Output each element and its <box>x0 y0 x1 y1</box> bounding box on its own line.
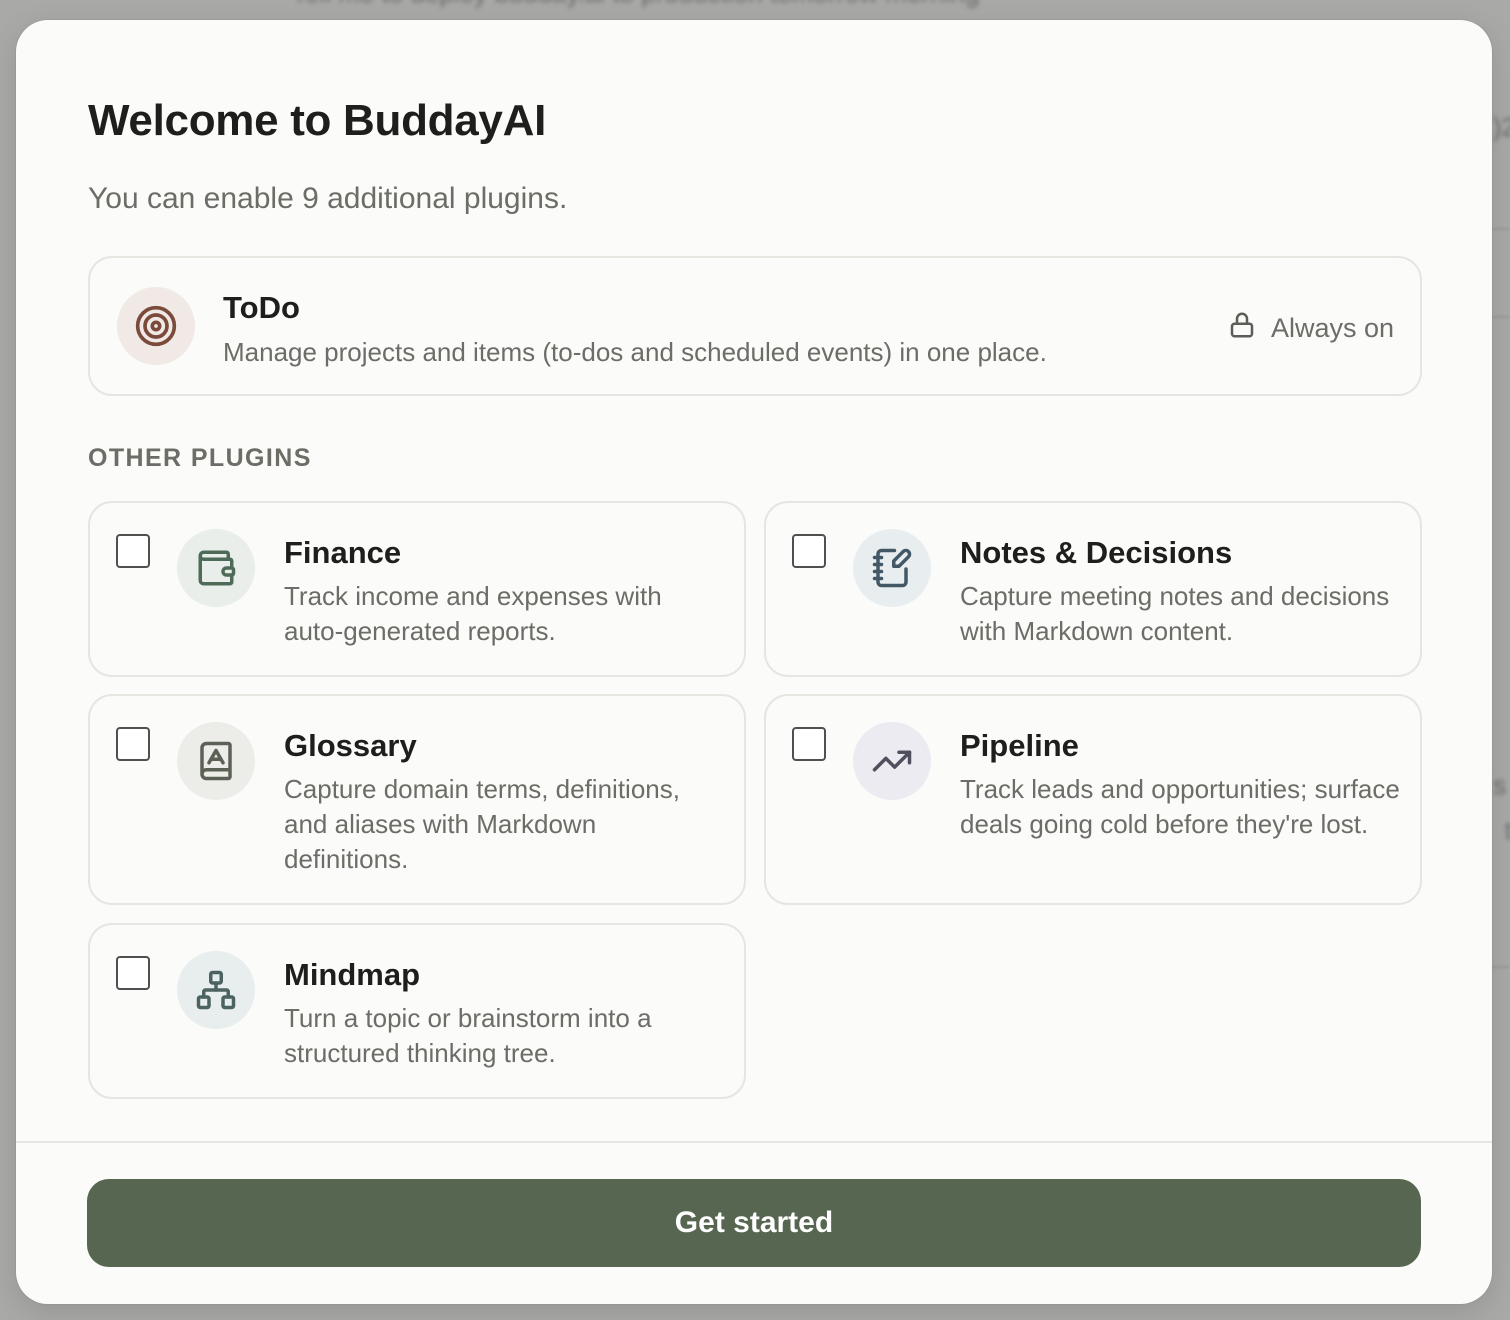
plugin-name: Finance <box>284 535 402 570</box>
dialog-subtitle: You can enable 9 additional plugins. <box>88 182 568 215</box>
book-a-icon <box>177 722 255 800</box>
network-icon <box>177 951 255 1029</box>
plugin-card-notes-decisions[interactable]: Notes & Decisions Capture meeting notes … <box>764 501 1422 677</box>
plugin-checkbox-pipeline[interactable] <box>792 727 826 761</box>
lock-icon <box>1227 310 1257 347</box>
footer-divider <box>16 1141 1492 1143</box>
plugin-checkbox-glossary[interactable] <box>116 727 150 761</box>
plugin-name: Pipeline <box>960 728 1079 763</box>
always-on-badge: Always on <box>1227 310 1394 347</box>
plugin-name: Glossary <box>284 728 417 763</box>
background-fragment: s <box>1493 770 1506 800</box>
background-fragment: )2 <box>1492 112 1510 142</box>
plugin-description: Capture domain terms, definitions, and a… <box>284 774 680 874</box>
core-plugin-card: ToDo Manage projects and items (to-dos a… <box>88 256 1422 396</box>
background-fragment: t <box>1504 815 1510 845</box>
always-on-label: Always on <box>1270 313 1394 343</box>
dialog-title: Welcome to BuddayAI <box>88 96 546 145</box>
core-plugin-description: Manage projects and items (to-dos and sc… <box>223 337 1047 367</box>
plugin-description: Turn a topic or brainstorm into a struct… <box>284 1003 652 1068</box>
section-heading: OTHER PLUGINS <box>88 444 312 472</box>
background-divider <box>1492 966 1510 968</box>
wallet-icon <box>177 529 255 607</box>
plugin-description: Track leads and opportunities; surface d… <box>960 774 1400 839</box>
plugin-card-pipeline[interactable]: Pipeline Track leads and opportunities; … <box>764 694 1422 905</box>
plugin-name: Notes & Decisions <box>960 535 1233 570</box>
notebook-pen-icon <box>853 529 931 607</box>
plugin-checkbox-finance[interactable] <box>116 534 150 568</box>
background-divider <box>1492 228 1510 230</box>
plugin-description: Capture meeting notes and decisions with… <box>960 581 1390 646</box>
welcome-dialog: Welcome to BuddayAI You can enable 9 add… <box>16 20 1492 1304</box>
plugin-checkbox-notes-decisions[interactable] <box>792 534 826 568</box>
get-started-button[interactable]: Get started <box>87 1179 1421 1267</box>
target-icon <box>117 287 195 365</box>
background-divider <box>1492 316 1510 318</box>
core-plugin-name: ToDo <box>223 290 300 325</box>
plugin-card-glossary[interactable]: Glossary Capture domain terms, definitio… <box>88 694 746 905</box>
plugin-description: Track income and expenses with auto-gene… <box>284 581 662 646</box>
plugin-card-finance[interactable]: Finance Track income and expenses with a… <box>88 501 746 677</box>
plugin-card-mindmap[interactable]: Mindmap Turn a topic or brainstorm into … <box>88 923 746 1099</box>
background-prompt-text: Tell me to deploy budday.ai to productio… <box>292 0 979 9</box>
plugin-name: Mindmap <box>284 957 421 992</box>
trending-up-icon <box>853 722 931 800</box>
plugin-checkbox-mindmap[interactable] <box>116 956 150 990</box>
